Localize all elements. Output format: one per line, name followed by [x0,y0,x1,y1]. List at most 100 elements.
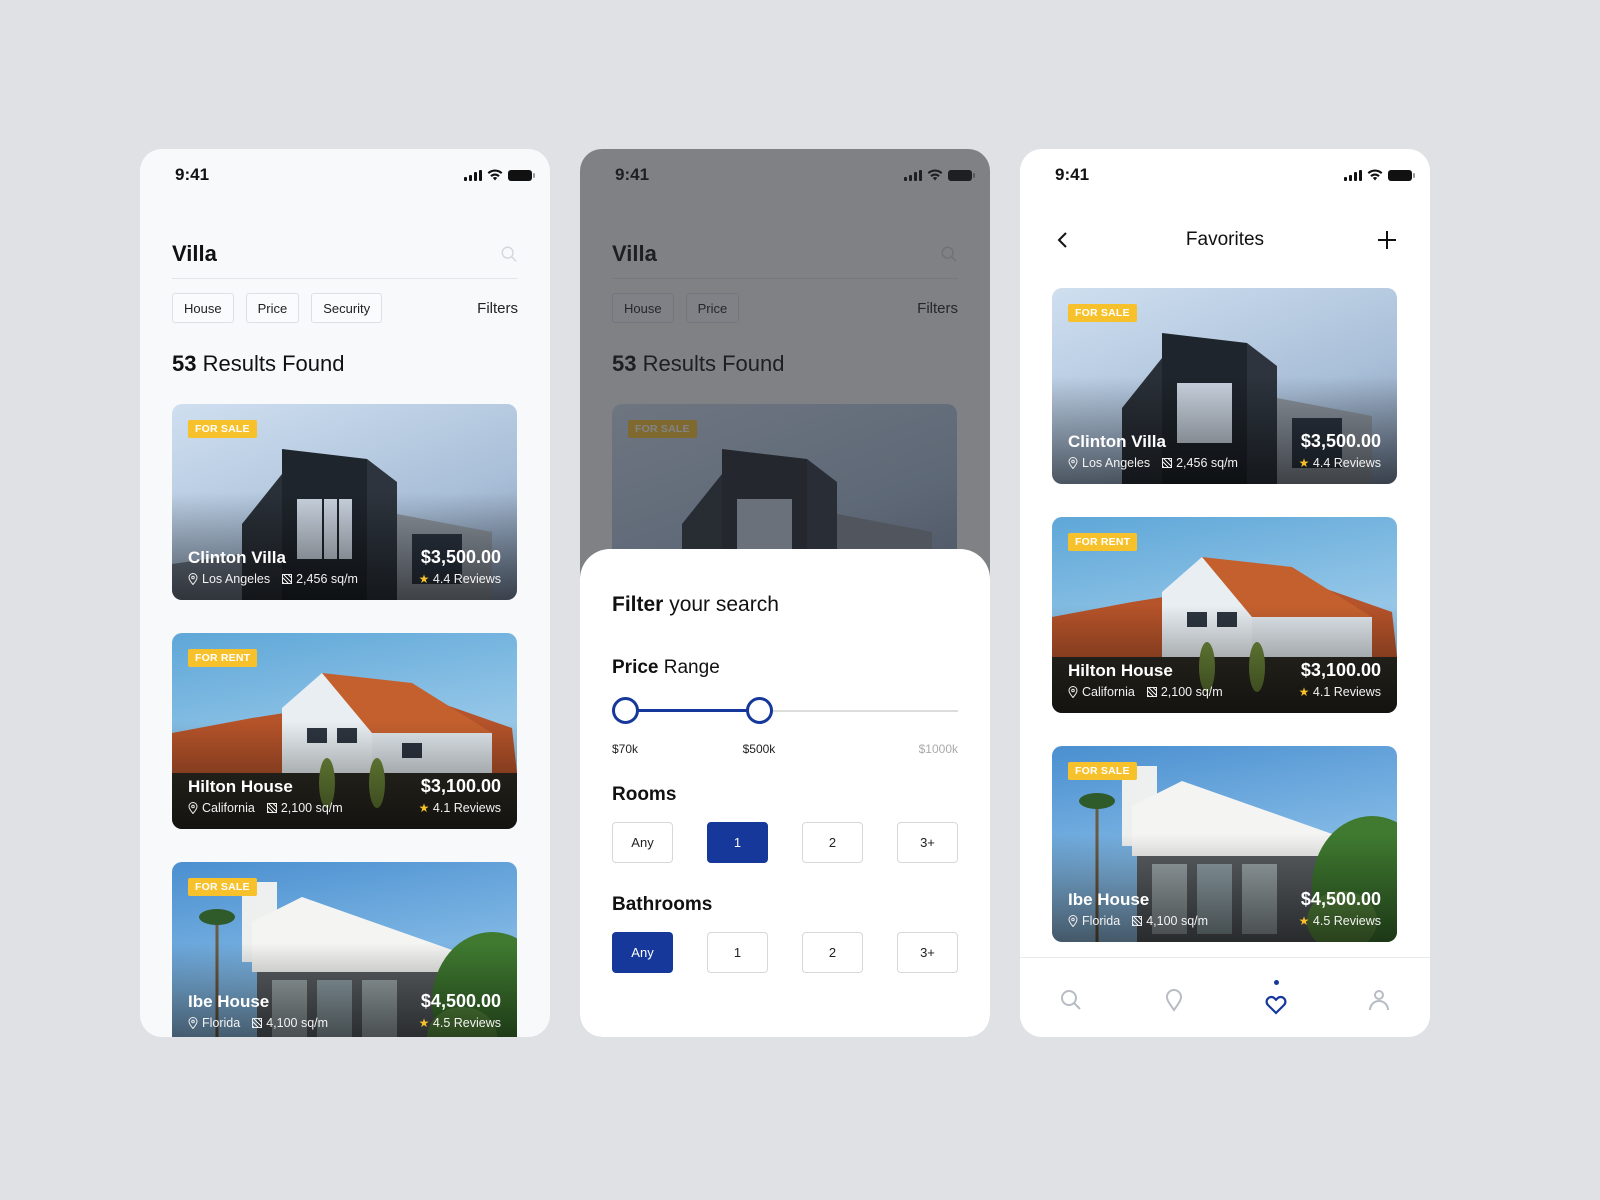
bathrooms-option-any[interactable]: Any [612,932,673,973]
listing-info: Hilton House $3,100.00 California 2,100 … [188,776,501,815]
listing-price: $3,500.00 [420,547,501,567]
listing-name: Ibe House [1068,890,1150,909]
tab-search[interactable] [1051,980,1091,1020]
signal-icon [464,169,482,181]
user-icon [1368,989,1389,1010]
location-pin-icon [188,1017,198,1029]
bathrooms-label: Bathrooms [612,894,713,915]
listing-name: Hilton House [1068,661,1173,680]
listing-area: 4,100 sq/m [266,1016,329,1030]
listing-badge: FOR SALE [188,878,257,896]
listing-area: 2,100 sq/m [1160,685,1223,699]
battery-icon [1388,169,1415,181]
listing-location: Los Angeles [1082,456,1151,470]
listing-price: $4,500.00 [1300,889,1381,909]
listing-location: California [1082,685,1135,699]
nav-bar: Favorites [1052,225,1398,255]
listing-badge: FOR SALE [1068,304,1137,322]
listing-name: Ibe House [188,992,270,1011]
listing-area: 2,456 sq/m [296,572,358,586]
chevron-left-icon[interactable] [1052,229,1074,251]
bathrooms-option-1[interactable]: 1 [707,932,768,973]
listing-reviews: 4.4 Reviews [432,572,501,586]
listing-info: Ibe House $4,500.00 Florida 4,100 sq/m ★… [188,991,501,1030]
listing-name: Clinton Villa [188,548,286,567]
slider-max-handle[interactable] [745,697,773,724]
filters-button[interactable]: Filters [477,300,518,317]
rooms-label: Rooms [612,784,677,805]
favorite-card[interactable]: FOR SALE Clinton Villa $3,500.00 Los Ang… [1052,288,1397,484]
listing-reviews: 4.5 Reviews [1312,914,1381,928]
listing-badge: FOR SALE [1068,762,1137,780]
favorite-card[interactable]: FOR RENT Hilton House $3,100.00 Californ… [1052,517,1397,713]
bathrooms-option-3plus[interactable]: 3+ [897,932,958,973]
plus-icon[interactable] [1376,229,1398,251]
rooms-option-2[interactable]: 2 [802,822,863,863]
listing-price: $3,100.00 [1300,660,1381,680]
search-bar[interactable]: Villa [172,229,518,279]
status-bar: 9:41 [1020,163,1430,187]
rooms-option-3plus[interactable]: 3+ [897,822,958,863]
area-icon [1162,458,1173,468]
location-pin-icon [1068,915,1078,927]
bathrooms-options: Any 1 2 3+ [612,932,958,973]
listing-location: Florida [202,1016,241,1030]
listing-location: California [202,801,255,815]
rooms-options: Any 1 2 3+ [612,822,958,863]
area-icon [252,1018,263,1028]
favorites-screen: 9:41 Favorites FOR SALE Clinton Villa $3… [1020,149,1430,1037]
listing-card[interactable]: FOR SALE Clinton Villa $3,500.00 Los Ang… [172,404,517,600]
listing-location: Los Angeles [202,572,271,586]
sheet-title-rest: your search [669,593,779,616]
tab-bar [1020,957,1430,1037]
listing-card[interactable]: FOR SALE Ibe House $4,500.00 Florida 4,1… [172,862,517,1037]
price-min-label: $70k [612,742,639,756]
search-icon [1061,989,1081,1010]
filter-screen: 9:41 Villa House Price Filters 53 Result… [580,149,990,1037]
rooms-option-1[interactable]: 1 [707,822,768,863]
status-time: 9:41 [175,165,210,184]
search-icon[interactable] [500,245,518,263]
star-icon: ★ [1298,456,1310,470]
rooms-option-any[interactable]: Any [612,822,673,863]
signal-icon [1344,169,1362,181]
listing-area: 4,100 sq/m [1146,914,1209,928]
listing-reviews: 4.1 Reviews [1312,685,1381,699]
listing-card[interactable]: FOR RENT Hilton House $3,100.00 Californ… [172,633,517,829]
tab-profile[interactable] [1359,980,1399,1020]
results-number: 53 [172,351,197,376]
listing-reviews: 4.1 Reviews [432,801,501,815]
listing-area: 2,100 sq/m [280,801,343,815]
sheet-title: Filter your search [612,593,779,617]
chip-price[interactable]: Price [245,293,300,323]
listing-badge: FOR RENT [1068,533,1138,551]
chip-security[interactable]: Security [311,293,383,323]
location-pin-icon [1068,686,1078,698]
chip-house[interactable]: House [172,293,234,323]
filter-chips: House Price Security Filters [172,293,518,323]
listing-price: $3,500.00 [1300,431,1381,451]
price-label-rest: Range [663,657,720,678]
filter-sheet: Filter your search Price Range $70k $500… [580,549,990,1037]
listing-price: $3,100.00 [420,776,501,796]
search-input[interactable]: Villa [172,241,217,267]
listing-info: Clinton Villa $3,500.00 Los Angeles 2,45… [188,547,501,586]
listing-reviews: 4.4 Reviews [1312,456,1381,470]
star-icon: ★ [418,572,430,586]
price-range-slider[interactable] [612,697,958,725]
listing-reviews: 4.5 Reviews [432,1016,501,1030]
listing-name: Clinton Villa [1068,432,1166,451]
area-icon [266,803,277,813]
wifi-icon [1367,169,1383,181]
listing-price: $4,500.00 [420,991,501,1011]
location-pin-icon [188,802,198,814]
listing-name: Hilton House [188,777,293,796]
tab-favorites[interactable] [1256,979,1296,1020]
tab-map[interactable] [1154,980,1194,1020]
listing-badge: FOR RENT [188,649,258,667]
bathrooms-option-2[interactable]: 2 [802,932,863,973]
slider-min-handle[interactable] [612,697,639,724]
listing-location: Florida [1082,914,1121,928]
favorite-card[interactable]: FOR SALE Ibe House $4,500.00 Florida 4,1… [1052,746,1397,942]
area-icon [1146,687,1157,697]
